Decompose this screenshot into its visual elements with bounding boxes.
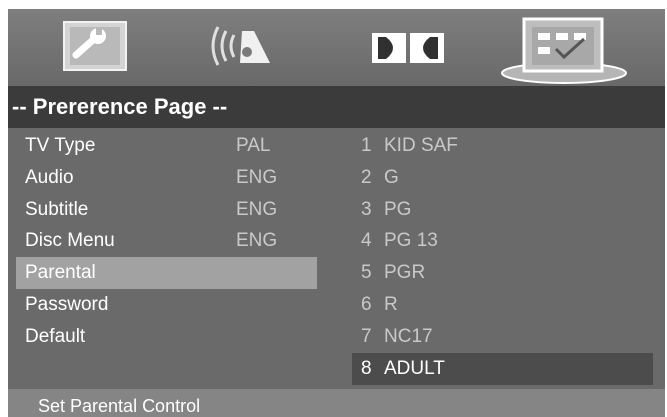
menu-item-tv-type[interactable]: TV Type PAL	[16, 130, 317, 162]
setup-tabs	[8, 9, 665, 86]
tab-audio-setup[interactable]	[192, 9, 342, 86]
menu-item-disc-menu[interactable]: Disc Menu ENG	[16, 225, 317, 257]
rating-option-kid-saf[interactable]: 1 KID SAF	[352, 130, 653, 162]
dolby-icon	[372, 33, 444, 63]
option-number: 6	[361, 294, 372, 315]
option-label: PG	[384, 199, 412, 220]
help-bar: Set Parental Control	[8, 389, 665, 417]
option-number: 1	[361, 135, 372, 156]
tab-general-setup[interactable]	[46, 9, 196, 86]
rating-option-g[interactable]: 2 G	[352, 162, 653, 194]
menu-item-label: Default	[25, 326, 86, 347]
menu-item-label: Parental	[25, 262, 96, 283]
help-text: Set Parental Control	[38, 396, 201, 416]
menu-item-label: Audio	[25, 167, 74, 188]
option-label: PGR	[384, 262, 426, 283]
menu-item-label: Password	[25, 294, 109, 315]
option-number: 5	[361, 262, 372, 283]
menu-item-default[interactable]: Default	[16, 321, 317, 353]
menu-item-subtitle[interactable]: Subtitle ENG	[16, 194, 317, 226]
menu-item-value: ENG	[236, 230, 278, 251]
option-label: PG 13	[384, 230, 438, 251]
page-title: -- Prererence Page --	[12, 94, 228, 119]
option-number: 4	[361, 230, 372, 251]
option-number: 8	[361, 358, 372, 379]
rating-option-pgr[interactable]: 5 PGR	[352, 257, 653, 289]
option-label: G	[384, 167, 399, 188]
rating-option-pg[interactable]: 3 PG	[352, 194, 653, 226]
menu-item-label: TV Type	[25, 135, 96, 156]
tab-dolby-digital-setup[interactable]	[360, 9, 510, 86]
option-label: ADULT	[384, 358, 445, 379]
tab-preference-setup[interactable]	[500, 9, 650, 86]
menu-item-audio[interactable]: Audio ENG	[16, 162, 317, 194]
menu-item-value: ENG	[236, 199, 278, 220]
menu-item-parental[interactable]: Parental	[16, 257, 317, 289]
option-number: 2	[361, 167, 372, 188]
option-number: 3	[361, 199, 372, 220]
speaker-icon	[211, 26, 270, 66]
option-label: KID SAF	[384, 135, 458, 156]
menu-item-label: Disc Menu	[25, 230, 115, 251]
rating-option-pg-13[interactable]: 4 PG 13	[352, 225, 653, 257]
rating-option-nc17[interactable]: 7 NC17	[352, 321, 653, 353]
rating-option-adult[interactable]: 8 ADULT	[352, 353, 653, 385]
option-label: NC17	[384, 326, 433, 347]
page-title-bar: -- Prererence Page --	[8, 86, 665, 128]
setup-menu-screen: -- Prererence Page -- TV Type PAL Audio …	[8, 9, 665, 417]
rating-option-r[interactable]: 6 R	[352, 289, 653, 321]
option-number: 7	[361, 326, 372, 347]
menu-item-label: Subtitle	[25, 199, 89, 220]
option-label: R	[384, 294, 398, 315]
menu-item-password[interactable]: Password	[16, 289, 317, 321]
wrench-icon	[63, 21, 127, 71]
checklist-icon	[501, 17, 627, 84]
menu-item-value: ENG	[236, 167, 278, 188]
menu-item-value: PAL	[236, 135, 271, 156]
